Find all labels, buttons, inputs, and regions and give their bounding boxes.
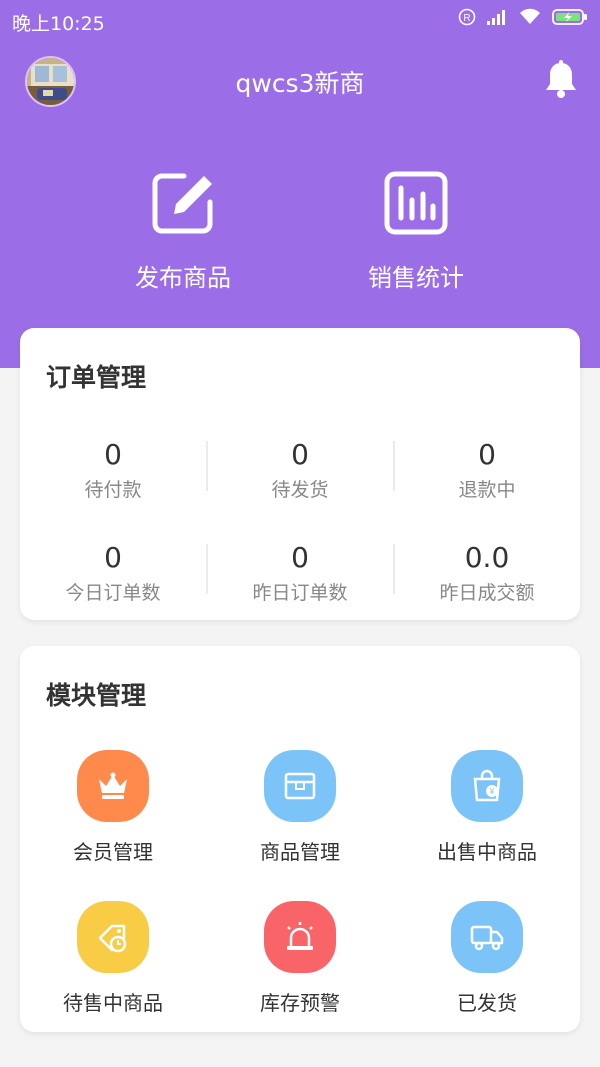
svg-text:¥: ¥: [489, 787, 495, 796]
stat-label: 昨日订单数: [252, 582, 348, 604]
stat-value: 0: [478, 438, 496, 471]
stat-yesterday-orders[interactable]: 0 昨日订单数: [207, 541, 393, 605]
stat-label: 昨日成交额: [439, 582, 535, 604]
svg-text:R: R: [463, 13, 470, 24]
stat-label: 退款中: [458, 479, 516, 501]
publish-product-button[interactable]: 发布商品: [93, 170, 273, 293]
module-pending-sale-products[interactable]: 待售中商品: [20, 901, 206, 1016]
edit-icon: [152, 173, 213, 234]
stat-value: 0: [291, 541, 309, 574]
module-product-management[interactable]: 商品管理: [207, 750, 393, 865]
sales-stats-button[interactable]: 销售统计: [326, 170, 506, 293]
module-shipped[interactable]: 已发货: [394, 901, 580, 1016]
stat-label: 待发货: [271, 479, 329, 501]
header-background: [0, 0, 600, 368]
module-label: 已发货: [457, 991, 517, 1015]
publish-product-label: 发布商品: [135, 264, 231, 292]
status-time: 晚上10:25: [12, 13, 105, 35]
registered-icon: R: [458, 8, 476, 26]
wifi-icon: [520, 8, 540, 24]
stat-value: 0: [291, 438, 309, 471]
module-label: 待售中商品: [63, 991, 163, 1015]
stat-label: 待付款: [84, 479, 142, 501]
crown-icon: [77, 750, 149, 822]
stat-value: 0.0: [464, 541, 510, 574]
module-label: 商品管理: [260, 840, 340, 864]
stat-refunding[interactable]: 0 退款中: [394, 438, 580, 502]
stat-pending-shipment[interactable]: 0 待发货: [207, 438, 393, 502]
module-management-title: 模块管理: [46, 681, 147, 710]
module-stock-alert[interactable]: 库存预警: [207, 901, 393, 1016]
bell-icon[interactable]: [543, 60, 579, 100]
module-on-sale-products[interactable]: ¥ 出售中商品: [394, 750, 580, 865]
tag-clock-icon: [77, 901, 149, 973]
stat-value: 0: [104, 438, 122, 471]
status-bar: 晚上10:25 R: [0, 0, 600, 40]
stat-value: 0: [104, 541, 122, 574]
stat-label: 今日订单数: [65, 582, 161, 604]
stat-pending-payment[interactable]: 0 待付款: [20, 438, 206, 502]
shopping-bag-icon: ¥: [451, 750, 523, 822]
module-label: 会员管理: [73, 840, 153, 864]
module-member-management[interactable]: 会员管理: [20, 750, 206, 865]
module-label: 库存预警: [260, 991, 340, 1015]
order-management-card: 订单管理 0 待付款 0 待发货 0 退款中 0 今日订单数 0 昨日订单数 0…: [20, 328, 580, 620]
truck-icon: [451, 901, 523, 973]
stat-today-orders[interactable]: 0 今日订单数: [20, 541, 206, 605]
battery-icon: [552, 9, 587, 25]
sales-stats-label: 销售统计: [368, 264, 464, 292]
module-management-card: 模块管理 会员管理 商品管理 ¥ 出售中商品 待售中商品 库存预警 已发货: [20, 646, 580, 1032]
alarm-icon: [264, 901, 336, 973]
stat-yesterday-revenue[interactable]: 0.0 昨日成交额: [394, 541, 580, 605]
order-management-title: 订单管理: [46, 363, 147, 392]
chart-icon: [384, 171, 448, 235]
shop-name: qwcs3新商: [235, 69, 365, 98]
box-icon: [264, 750, 336, 822]
signal-icon: [487, 10, 505, 25]
module-label: 出售中商品: [437, 840, 537, 864]
